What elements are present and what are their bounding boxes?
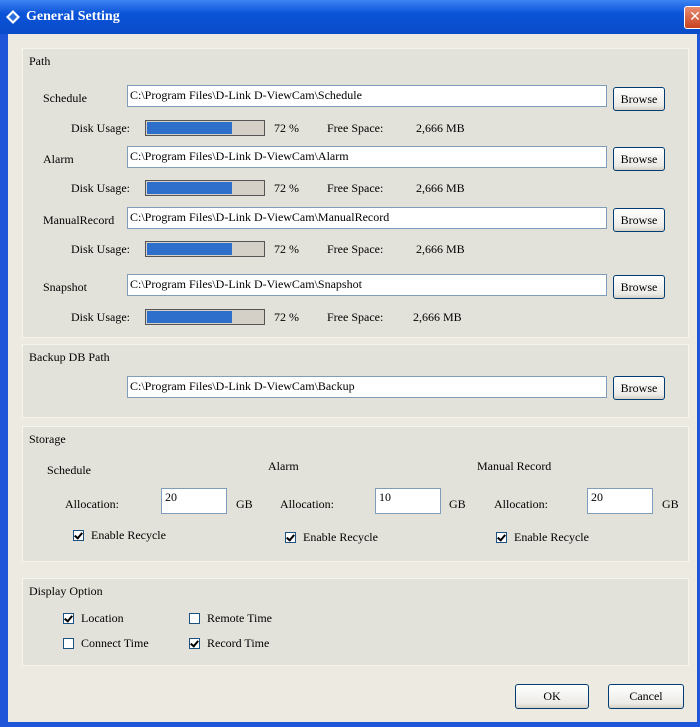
checkbox-label: Location bbox=[81, 611, 124, 625]
checkbox-label: Enable Recycle bbox=[514, 530, 589, 544]
display-group-title: Display Option bbox=[29, 584, 103, 598]
storage-group: Storage Schedule Allocation: 20 GB Enabl… bbox=[22, 426, 689, 562]
alarm-allocation-input[interactable]: 10 bbox=[375, 488, 441, 514]
schedule-path-label: Schedule bbox=[43, 91, 87, 105]
checkbox-box[interactable] bbox=[285, 532, 296, 543]
general-setting-window: General Setting ✕ Path Schedule C:\Progr… bbox=[0, 0, 700, 727]
display-option-group: Display Option Location Remote Time Conn… bbox=[22, 578, 689, 666]
disk-usage-label: Disk Usage: bbox=[71, 242, 130, 256]
alarm-path-field[interactable]: C:\Program Files\D-Link D-ViewCam\Alarm bbox=[127, 146, 607, 168]
disk-usage-percent: 72 % bbox=[274, 121, 299, 135]
disk-usage-label: Disk Usage: bbox=[71, 310, 130, 324]
free-space-label: Free Space: bbox=[327, 181, 384, 195]
checkbox-box[interactable] bbox=[496, 532, 507, 543]
free-space-label: Free Space: bbox=[327, 242, 384, 256]
snapshot-path-label: Snapshot bbox=[43, 280, 88, 294]
checkbox-label: Enable Recycle bbox=[91, 528, 166, 542]
alarm-enable-recycle-checkbox[interactable]: Enable Recycle bbox=[285, 530, 378, 545]
storage-group-title: Storage bbox=[29, 432, 66, 446]
window-title: General Setting bbox=[26, 9, 120, 24]
record-time-checkbox[interactable]: Record Time bbox=[189, 636, 269, 651]
checkbox-label: Remote Time bbox=[207, 611, 273, 625]
checkbox-label: Record Time bbox=[207, 636, 270, 650]
location-checkbox[interactable]: Location bbox=[63, 611, 124, 626]
schedule-browse-button[interactable]: Browse bbox=[613, 87, 665, 111]
disk-usage-percent: 72 % bbox=[274, 181, 299, 195]
manualrecord-path-field[interactable]: C:\Program Files\D-Link D-ViewCam\Manual… bbox=[127, 207, 607, 229]
checkbox-box[interactable] bbox=[189, 638, 200, 649]
schedule-path-field[interactable]: C:\Program Files\D-Link D-ViewCam\Schedu… bbox=[127, 85, 607, 107]
connect-time-checkbox[interactable]: Connect Time bbox=[63, 636, 149, 651]
alarm-browse-button[interactable]: Browse bbox=[613, 147, 665, 171]
alarm-disk-usage-bar bbox=[145, 180, 265, 196]
snapshot-browse-button[interactable]: Browse bbox=[613, 275, 665, 299]
ok-button[interactable]: OK bbox=[515, 684, 589, 709]
usage-fill bbox=[147, 243, 232, 255]
cancel-button[interactable]: Cancel bbox=[608, 684, 684, 709]
path-group-title: Path bbox=[29, 54, 51, 68]
checkbox-box[interactable] bbox=[73, 530, 84, 541]
gb-unit-label: GB bbox=[662, 497, 679, 511]
alarm-path-label: Alarm bbox=[43, 152, 74, 166]
schedule-disk-usage-bar bbox=[145, 120, 265, 136]
manualrecord-path-label: ManualRecord bbox=[43, 213, 115, 227]
free-space-value: 2,666 MB bbox=[416, 121, 465, 135]
backup-path-field[interactable]: C:\Program Files\D-Link D-ViewCam\Backup bbox=[127, 376, 607, 398]
free-space-label: Free Space: bbox=[327, 121, 384, 135]
gb-unit-label: GB bbox=[449, 497, 466, 511]
storage-alarm-label: Alarm bbox=[268, 459, 299, 473]
dialog-client-area: Path Schedule C:\Program Files\D-Link D-… bbox=[8, 34, 697, 722]
close-button[interactable]: ✕ bbox=[684, 6, 700, 29]
app-icon bbox=[6, 10, 20, 24]
free-space-value: 2,666 MB bbox=[416, 242, 465, 256]
usage-fill bbox=[147, 311, 232, 323]
backup-db-group: Backup DB Path C:\Program Files\D-Link D… bbox=[22, 344, 689, 418]
manual-record-allocation-input[interactable]: 20 bbox=[587, 488, 653, 514]
remote-time-checkbox[interactable]: Remote Time bbox=[189, 611, 272, 626]
checkbox-label: Connect Time bbox=[81, 636, 149, 650]
disk-usage-percent: 72 % bbox=[274, 242, 299, 256]
backup-browse-button[interactable]: Browse bbox=[613, 376, 665, 400]
manual-record-enable-recycle-checkbox[interactable]: Enable Recycle bbox=[496, 530, 589, 545]
storage-manual-record-label: Manual Record bbox=[477, 459, 552, 473]
manualrecord-browse-button[interactable]: Browse bbox=[613, 208, 665, 232]
path-group: Path Schedule C:\Program Files\D-Link D-… bbox=[22, 48, 689, 338]
disk-usage-label: Disk Usage: bbox=[71, 121, 130, 135]
storage-schedule-label: Schedule bbox=[47, 463, 91, 477]
allocation-label: Allocation: bbox=[280, 497, 334, 511]
allocation-label: Allocation: bbox=[494, 497, 548, 511]
title-bar[interactable]: General Setting ✕ bbox=[0, 0, 700, 34]
free-space-value: 2,666 MB bbox=[416, 181, 465, 195]
backup-group-title: Backup DB Path bbox=[29, 350, 110, 364]
schedule-allocation-input[interactable]: 20 bbox=[161, 488, 227, 514]
manualrecord-disk-usage-bar bbox=[145, 241, 265, 257]
disk-usage-label: Disk Usage: bbox=[71, 181, 130, 195]
free-space-label: Free Space: bbox=[327, 310, 384, 324]
gb-unit-label: GB bbox=[236, 497, 253, 511]
disk-usage-percent: 72 % bbox=[274, 310, 299, 324]
usage-fill bbox=[147, 182, 232, 194]
checkbox-box[interactable] bbox=[63, 638, 74, 649]
checkbox-label: Enable Recycle bbox=[303, 530, 378, 544]
schedule-enable-recycle-checkbox[interactable]: Enable Recycle bbox=[73, 528, 166, 543]
snapshot-path-field[interactable]: C:\Program Files\D-Link D-ViewCam\Snapsh… bbox=[127, 274, 607, 296]
free-space-value: 2,666 MB bbox=[413, 310, 462, 324]
usage-fill bbox=[147, 122, 232, 134]
checkbox-box[interactable] bbox=[189, 613, 200, 624]
snapshot-disk-usage-bar bbox=[145, 309, 265, 325]
allocation-label: Allocation: bbox=[65, 497, 119, 511]
checkbox-box[interactable] bbox=[63, 613, 74, 624]
